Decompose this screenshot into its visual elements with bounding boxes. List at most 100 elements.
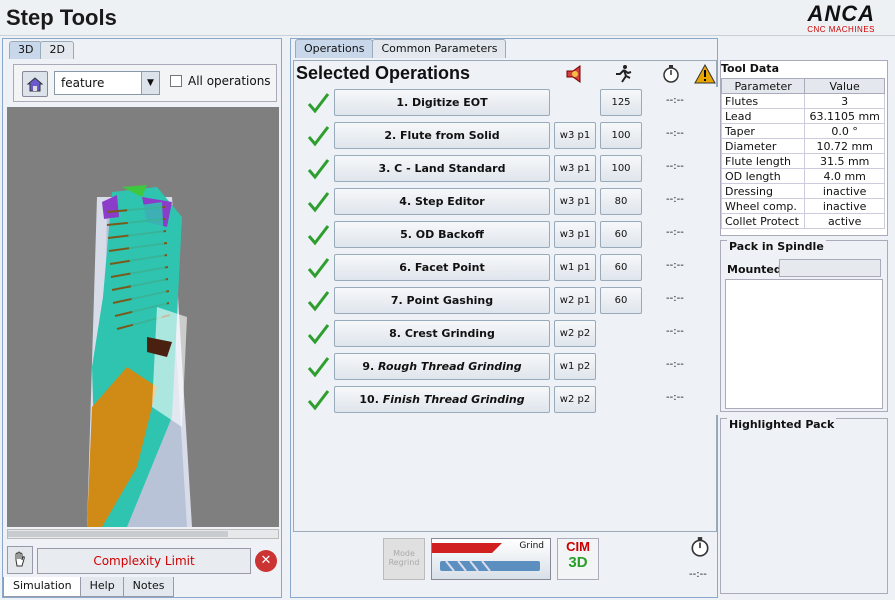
table-row[interactable]: OD length 4.0 mm: [720, 168, 885, 184]
check-icon[interactable]: [306, 289, 330, 313]
pan-button[interactable]: [7, 546, 33, 574]
tab-common-parameters[interactable]: Common Parameters: [372, 39, 507, 58]
operation-time: --:--: [666, 392, 684, 403]
wheel-pack-button[interactable]: w3 p1: [554, 122, 596, 149]
table-row[interactable]: Flute length 31.5 mm: [720, 153, 885, 169]
pack-in-spindle-panel: Pack in Spindle Mounted: [720, 240, 888, 412]
all-operations-label: All operations: [188, 74, 271, 88]
operation-button[interactable]: 8. Crest Grinding: [334, 320, 550, 347]
operation-button[interactable]: 4. Step Editor: [334, 188, 550, 215]
feature-select[interactable]: feature ▼: [54, 71, 160, 95]
operation-row: 1. Digitize EOT 125 --:--: [298, 87, 718, 119]
check-icon[interactable]: [306, 388, 330, 412]
check-icon[interactable]: [306, 190, 330, 214]
mounted-field[interactable]: [779, 259, 881, 277]
wheel-pack-button[interactable]: w1 p1: [554, 254, 596, 281]
operation-button[interactable]: 5. OD Backoff: [334, 221, 550, 248]
table-row[interactable]: Flutes 3: [720, 93, 885, 109]
3d-viewport[interactable]: [7, 107, 279, 527]
operation-value[interactable]: 100: [600, 122, 642, 149]
table-row[interactable]: Lead 63.1105 mm: [720, 108, 885, 124]
operation-value[interactable]: 100: [600, 155, 642, 182]
operation-value[interactable]: 60: [600, 287, 642, 314]
check-icon[interactable]: [306, 157, 330, 181]
table-row[interactable]: Collet Protect active: [720, 213, 885, 229]
tool-model: [87, 185, 192, 527]
operation-time: --:--: [666, 260, 684, 271]
wheel-pack-button[interactable]: w2 p2: [554, 386, 596, 413]
cim-3d-label: 3D: [568, 554, 588, 571]
complexity-limit-button[interactable]: Complexity Limit: [37, 548, 251, 574]
wheel-pack-button[interactable]: w3 p1: [554, 155, 596, 182]
operation-time: --:--: [666, 95, 684, 106]
total-time: --:--: [689, 536, 715, 594]
chevron-down-icon: ▼: [141, 72, 159, 94]
operation-value[interactable]: 125: [600, 89, 642, 116]
app-title: Step Tools: [6, 5, 117, 30]
grind-button[interactable]: Grind: [431, 538, 551, 580]
all-operations-checkbox[interactable]: [170, 75, 182, 87]
operations-panel: Operations Common Parameters Selected Ope…: [290, 38, 722, 598]
check-icon[interactable]: [306, 91, 330, 115]
operation-row: 8. Crest Grinding w2 p2 --:--: [298, 318, 718, 350]
check-icon[interactable]: [306, 322, 330, 346]
operation-button[interactable]: 9. Rough Thread Grinding: [334, 353, 550, 380]
scrollbar-thumb[interactable]: [8, 531, 228, 537]
view-tabs: 3D 2D: [9, 41, 74, 59]
selected-operations-title: Selected Operations: [296, 63, 471, 83]
wheel-pack-button[interactable]: w3 p1: [554, 188, 596, 215]
wheel-pack-button[interactable]: w3 p1: [554, 221, 596, 248]
horn-icon[interactable]: [564, 63, 586, 85]
stopwatch-icon[interactable]: [660, 63, 682, 85]
table-row[interactable]: Dressing inactive: [720, 183, 885, 199]
horizontal-scrollbar[interactable]: [7, 529, 279, 539]
tool-data-title: Tool Data: [721, 62, 779, 75]
operation-button[interactable]: 1. Digitize EOT: [334, 89, 550, 116]
runner-icon[interactable]: [612, 63, 634, 85]
check-icon[interactable]: [306, 355, 330, 379]
operations-list: 1. Digitize EOT 125 --:-- 2. Flute from …: [298, 87, 722, 415]
wheel-pack-button[interactable]: w2 p1: [554, 287, 596, 314]
table-row[interactable]: Diameter 10.72 mm: [720, 138, 885, 154]
operation-button[interactable]: 2. Flute from Solid: [334, 122, 550, 149]
tab-help[interactable]: Help: [79, 577, 125, 597]
operation-value[interactable]: 80: [600, 188, 642, 215]
tab-3d[interactable]: 3D: [9, 41, 43, 59]
tab-operations[interactable]: Operations: [295, 39, 374, 58]
table-row[interactable]: Taper 0.0 °: [720, 123, 885, 139]
operation-time: --:--: [666, 293, 684, 304]
operation-button[interactable]: 10. Finish Thread Grinding: [334, 386, 550, 413]
operation-value[interactable]: 60: [600, 221, 642, 248]
operations-frame: Selected Operations 1. Digitize EOT 125 …: [293, 60, 722, 532]
check-icon[interactable]: [306, 124, 330, 148]
mode-regrind-button[interactable]: Mode Regrind: [383, 538, 425, 580]
operation-value[interactable]: 60: [600, 254, 642, 281]
operation-button[interactable]: 7. Point Gashing: [334, 287, 550, 314]
operation-button[interactable]: 3. C - Land Standard: [334, 155, 550, 182]
cim3d-button[interactable]: CIM 3D: [557, 538, 599, 580]
wheel-pack-button[interactable]: w2 p2: [554, 320, 596, 347]
column-header[interactable]: Parameter: [720, 78, 806, 94]
close-icon[interactable]: ✕: [255, 550, 277, 572]
operation-row: 7. Point Gashing w2 p1 60 --:--: [298, 285, 718, 317]
wheel-pack-button[interactable]: w1 p2: [554, 353, 596, 380]
tab-2d[interactable]: 2D: [40, 41, 74, 59]
home-button[interactable]: [22, 71, 48, 97]
check-icon[interactable]: [306, 223, 330, 247]
column-header[interactable]: Value: [804, 78, 885, 94]
check-icon[interactable]: [306, 256, 330, 280]
cim-label: CIM: [566, 539, 590, 554]
operation-button[interactable]: 6. Facet Point: [334, 254, 550, 281]
pack-in-spindle-title: Pack in Spindle: [727, 240, 826, 253]
table-row[interactable]: Wheel comp. inactive: [720, 198, 885, 214]
operation-time: --:--: [666, 326, 684, 337]
warning-icon[interactable]: [694, 63, 716, 85]
tool-data-table: Parameter Value Flutes 3 Lead 63.1105 mm T…: [720, 78, 885, 229]
viewport-controls: Complexity Limit ✕: [3, 546, 281, 576]
left-panel: 3D 2D feature ▼ All operations Complexit…: [2, 38, 282, 598]
tab-notes[interactable]: Notes: [122, 577, 175, 597]
pack-list[interactable]: [725, 279, 883, 409]
tab-simulation[interactable]: Simulation: [3, 577, 82, 597]
operation-row: 6. Facet Point w1 p1 60 --:--: [298, 252, 718, 284]
center-tabs: Operations Common Parameters: [295, 39, 507, 59]
